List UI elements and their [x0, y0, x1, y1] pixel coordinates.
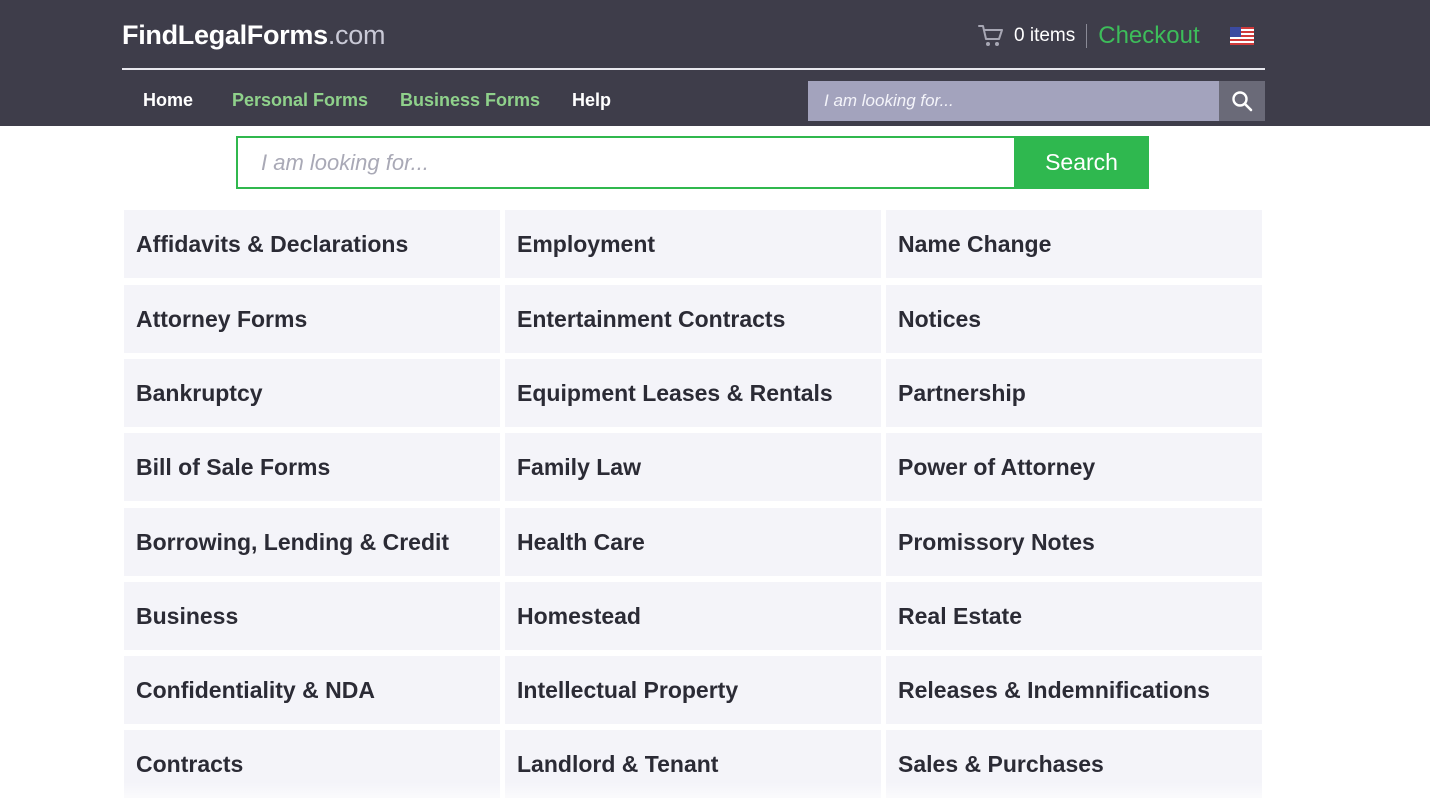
category-tile[interactable]: Name Change — [886, 210, 1262, 278]
category-tile[interactable]: Entertainment Contracts — [505, 285, 881, 353]
category-tile[interactable]: Promissory Notes — [886, 508, 1262, 576]
category-tile[interactable]: Borrowing, Lending & Credit — [124, 508, 500, 576]
cart-item-count[interactable]: 0 items — [1014, 25, 1075, 47]
header-search-input[interactable] — [808, 81, 1219, 121]
category-tile[interactable]: Homestead — [505, 582, 881, 650]
logo-main-text: FindLegalForms — [122, 20, 328, 50]
category-tile[interactable]: Partnership — [886, 359, 1262, 427]
nav-personal-forms[interactable]: Personal Forms — [232, 86, 368, 114]
header-search — [808, 81, 1265, 121]
site-logo[interactable]: FindLegalForms.com — [122, 18, 385, 52]
magnifier-icon — [1232, 91, 1253, 112]
category-tile[interactable]: Employment — [505, 210, 881, 278]
us-flag-icon[interactable] — [1230, 27, 1254, 45]
category-tile[interactable]: Affidavits & Declarations — [124, 210, 500, 278]
category-tile[interactable]: Equipment Leases & Rentals — [505, 359, 881, 427]
search-button[interactable]: Search — [1014, 136, 1149, 189]
nav-help[interactable]: Help — [572, 86, 611, 114]
category-tile[interactable]: Sales & Purchases — [886, 730, 1262, 798]
category-tile[interactable]: Landlord & Tenant — [505, 730, 881, 798]
cart-divider — [1086, 24, 1088, 48]
cart-icon[interactable] — [978, 24, 1004, 48]
cart-summary: 0 items Checkout — [978, 22, 1200, 50]
header-search-button[interactable] — [1219, 81, 1265, 121]
category-tile[interactable]: Power of Attorney — [886, 433, 1262, 501]
category-tile[interactable]: Attorney Forms — [124, 285, 500, 353]
category-tile[interactable]: Real Estate — [886, 582, 1262, 650]
nav-home[interactable]: Home — [143, 86, 193, 114]
category-tile[interactable]: Family Law — [505, 433, 881, 501]
category-tile[interactable]: Business — [124, 582, 500, 650]
category-tile[interactable]: Notices — [886, 285, 1262, 353]
nav-business-forms[interactable]: Business Forms — [400, 86, 540, 114]
category-tile[interactable]: Intellectual Property — [505, 656, 881, 724]
category-tile[interactable]: Contracts — [124, 730, 500, 798]
category-tile[interactable]: Bill of Sale Forms — [124, 433, 500, 501]
category-tile[interactable]: Bankruptcy — [124, 359, 500, 427]
site-header: FindLegalForms.com 0 items Checkout Home… — [0, 0, 1430, 126]
category-tile[interactable]: Confidentiality & NDA — [124, 656, 500, 724]
header-divider — [122, 68, 1265, 70]
category-tile[interactable]: Health Care — [505, 508, 881, 576]
logo-tld-text: .com — [327, 20, 386, 50]
category-tile[interactable]: Releases & Indemnifications — [886, 656, 1262, 724]
main-search-input[interactable] — [236, 136, 1014, 189]
main-search: Search — [236, 136, 1149, 189]
checkout-link[interactable]: Checkout — [1098, 22, 1199, 50]
